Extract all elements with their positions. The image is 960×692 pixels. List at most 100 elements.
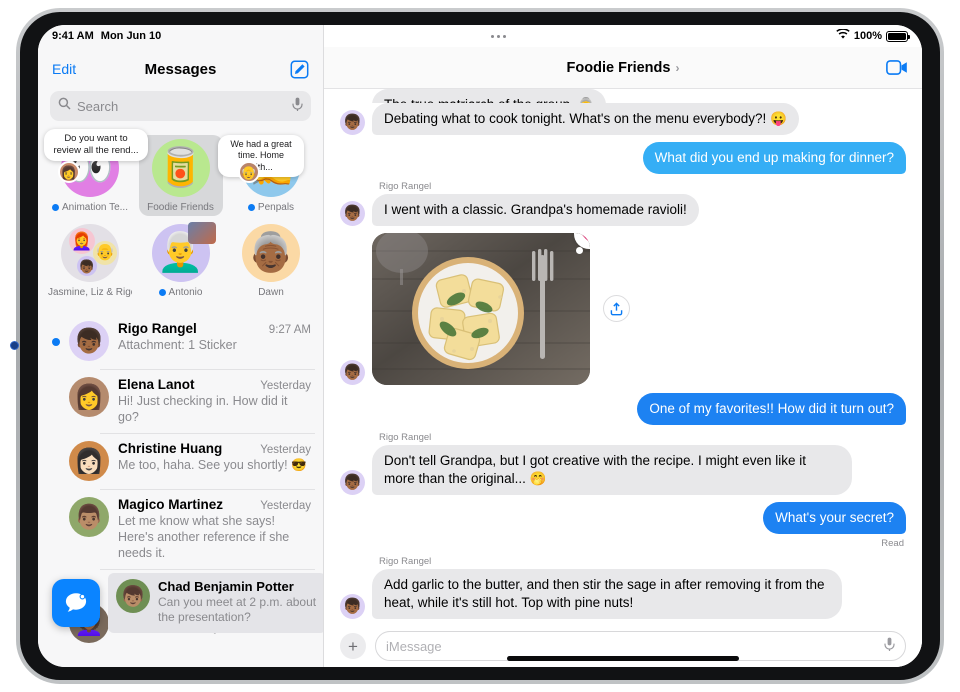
pinned-label-row: Animation Te... — [52, 202, 128, 213]
conversation-title-button[interactable]: Foodie Friends › — [567, 60, 680, 76]
drag-preview[interactable]: 👦🏽 Chad Benjamin Potter Can you meet at … — [52, 573, 323, 633]
pinned-label-row: Antonio — [158, 287, 203, 298]
avatar-emoji: 👦🏾 — [343, 474, 362, 492]
avatar[interactable]: 👦🏾 — [340, 359, 365, 385]
contact-name: Christine Huang — [118, 441, 223, 456]
message-bubble[interactable]: The true matriarch of the group. 👵 — [372, 89, 607, 103]
ipad-bezel: 9:41 AM Mon Jun 10 100% Edit Messages Se… — [10, 12, 940, 680]
microphone-icon[interactable] — [292, 97, 303, 116]
pinned-avatar: 👨‍🦳 — [151, 222, 216, 282]
message-preview: Me too, haha. See you shortly! 😎 — [118, 458, 307, 472]
pinned-row-2: 👩‍🦰 👴 👦🏾 Jasmine, Liz & Rigo — [48, 220, 313, 301]
sender-name: Rigo Rangel — [379, 180, 432, 192]
message-composer: + iMessage — [324, 627, 922, 667]
dragged-row-body: Chad Benjamin Potter Can you meet at 2 p… — [158, 579, 318, 626]
timestamp: Yesterday — [260, 380, 311, 392]
message-row: 👦🏾 Debating what to cook tonight. What's… — [340, 103, 906, 135]
avatar[interactable]: 👦🏾 — [340, 200, 365, 226]
pinned-label: Foodie Friends — [147, 202, 214, 213]
message-row: What did you end up making for dinner? — [340, 141, 906, 174]
pinned-item-dawn[interactable]: 👵🏾 Dawn — [229, 220, 313, 301]
list-item-top: Christine Huang Yesterday — [118, 441, 311, 456]
pinned-tooltip-penpals: We had a great time. Home with... — [218, 135, 304, 177]
message-group: Rigo Rangel 👦🏾 Don't tell Grandpa, but I… — [340, 432, 906, 495]
home-indicator[interactable] — [324, 656, 922, 661]
page-title: Messages — [144, 60, 217, 78]
search-placeholder: Search — [77, 98, 119, 114]
contact-name: Elena Lanot — [118, 377, 195, 392]
clipped-message-container: The true matriarch of the group. 👵 — [340, 89, 906, 103]
unread-dot — [52, 338, 60, 346]
avatar: 👦🏾 — [69, 321, 109, 361]
message-row: One of my favorites!! How did it turn ou… — [340, 392, 906, 425]
conversation-title: Foodie Friends — [566, 59, 671, 76]
pinned-tooltip-animation-team: Do you want to review all the rend... — [44, 129, 148, 161]
pinned-mini-avatar: 👴 — [238, 161, 260, 183]
pinned-label-row: Dawn — [258, 287, 284, 298]
messages-app-icon[interactable] — [52, 578, 100, 627]
avatar-emoji: 👦🏽 — [120, 585, 146, 608]
pinned-label: Jasmine, Liz & Rigo — [48, 287, 132, 298]
ipad-device-frame: 9:41 AM Mon Jun 10 100% Edit Messages Se… — [10, 8, 944, 684]
avatar: 👩🏻 — [69, 441, 109, 481]
message-bubble[interactable]: What's your secret? — [763, 501, 906, 534]
group-avatar-emoji: 🥫 — [156, 147, 205, 189]
message-bubble[interactable]: I went with a classic. Grandpa's homemad… — [372, 193, 699, 226]
message-bubble[interactable]: One of my favorites!! How did it turn ou… — [637, 392, 906, 425]
photo-attachment[interactable]: 💗 — [372, 232, 590, 385]
sender-name: Rigo Rangel — [379, 431, 432, 443]
list-item-top: Elena Lanot Yesterday — [118, 377, 311, 392]
pinned-item-foodie-friends[interactable]: 🥫 Foodie Friends — [138, 135, 223, 216]
conversation-header: Foodie Friends › — [324, 47, 922, 89]
message-thread[interactable]: The true matriarch of the group. 👵 👦🏾 De… — [324, 89, 922, 627]
message-bubble[interactable]: What did you end up making for dinner? — [642, 141, 906, 174]
list-item[interactable]: 👩🏻 Christine Huang Yesterday Me too, hah… — [38, 433, 323, 489]
avatar: 👨🏽 — [69, 497, 109, 537]
photo-message-row: 👦🏾 💗 — [340, 232, 906, 385]
facetime-video-icon[interactable] — [886, 60, 908, 75]
pinned-label: Animation Te... — [62, 202, 128, 213]
pinned-item-jasmine-liz-rigo[interactable]: 👩‍🦰 👴 👦🏾 Jasmine, Liz & Rigo — [48, 220, 132, 301]
contact-name: Rigo Rangel — [118, 321, 197, 336]
unread-dot — [52, 204, 60, 211]
message-bubble[interactable]: Debating what to cook tonight. What's on… — [372, 103, 799, 135]
avatar-emoji: 👩 — [74, 383, 104, 411]
list-item[interactable]: 👦🏾 Rigo Rangel 9:27 AM Attachment: 1 Sti… — [38, 313, 323, 369]
list-item[interactable]: 👨🏽 Magico Martinez Yesterday Let me know… — [38, 489, 323, 569]
pinned-item-antonio[interactable]: 👨‍🦳 Antonio — [139, 220, 223, 301]
list-item[interactable]: 👩 Elena Lanot Yesterday Hi! Just checkin… — [38, 369, 323, 433]
avatar[interactable]: 👦🏾 — [340, 469, 365, 495]
message-preview: Attachment: 1 Sticker — [118, 338, 237, 352]
unread-dot — [247, 204, 255, 211]
avatar-emoji: 👦🏾 — [343, 205, 362, 223]
message-group: Rigo Rangel 👦🏾 Add garlic to the butter,… — [340, 556, 906, 619]
message-row: The true matriarch of the group. 👵 — [372, 89, 906, 103]
avatar-emoji: 👦🏾 — [343, 364, 362, 382]
group-avatar-emoji-2: 👴 — [93, 241, 117, 265]
message-preview: Can you meet at 2 p.m. about the present… — [158, 595, 317, 625]
avatar[interactable]: 👦🏾 — [340, 109, 365, 135]
imessage-placeholder: iMessage — [386, 638, 442, 654]
save-to-photos-icon[interactable] — [603, 295, 630, 323]
list-item-body: Christine Huang Yesterday Me too, haha. … — [118, 441, 311, 473]
messages-sidebar: Edit Messages Search Do you want to revi… — [38, 25, 324, 667]
shared-photo-thumbnail — [187, 222, 216, 244]
pinned-label: Dawn — [258, 287, 284, 298]
message-row: 👦🏾 I went with a classic. Grandpa's home… — [340, 193, 906, 226]
pinned-avatar: 🥫 — [151, 139, 210, 197]
avatar: 👦🏽 — [116, 579, 150, 613]
contact-name: Magico Martinez — [118, 497, 224, 512]
search-input[interactable]: Search — [50, 91, 311, 121]
list-item-body: Magico Martinez Yesterday Let me know wh… — [118, 497, 311, 561]
group-avatar-emoji-3: 👦🏾 — [77, 256, 97, 276]
chevron-right-icon: › — [675, 60, 680, 75]
avatar[interactable]: 👦🏾 — [340, 593, 365, 619]
conversation-pane: Foodie Friends › 👦🏾 Debating what to coo… — [324, 25, 922, 667]
microphone-icon[interactable] — [884, 637, 895, 656]
timestamp: Yesterday — [260, 500, 311, 512]
message-bubble[interactable]: Don't tell Grandpa, but I got creative w… — [372, 444, 852, 495]
search-icon — [58, 97, 71, 115]
message-bubble[interactable]: Add garlic to the butter, and then stir … — [372, 568, 842, 619]
pinned-label: Antonio — [168, 287, 203, 298]
message-row: What's your secret? — [340, 501, 906, 534]
